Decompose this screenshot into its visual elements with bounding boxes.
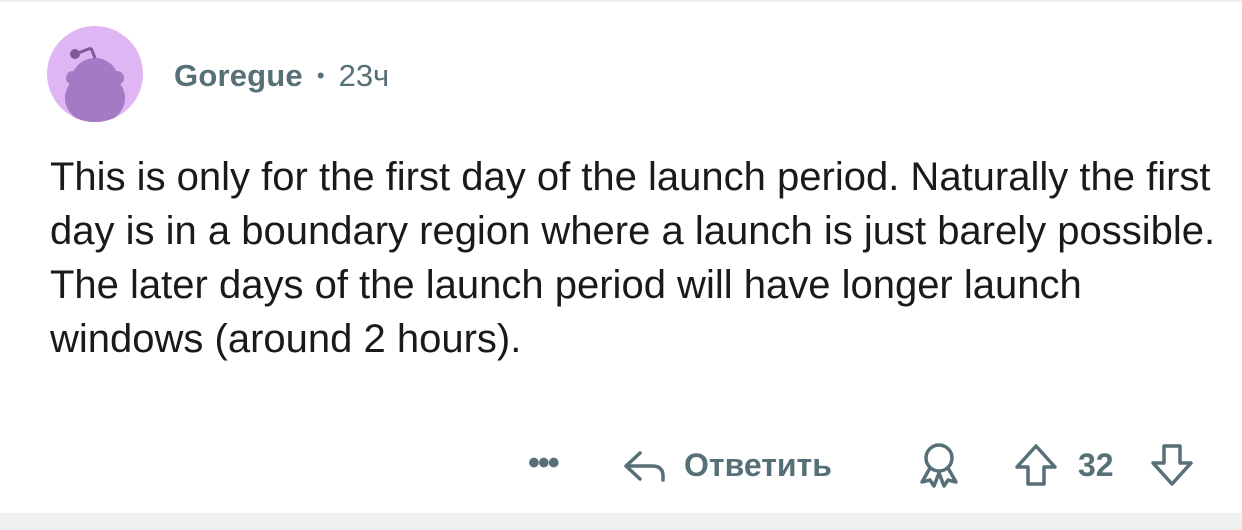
timestamp[interactable]: 23ч [339, 58, 390, 94]
downvote-arrow-icon [1151, 444, 1193, 486]
bottom-divider [0, 513, 1242, 530]
comment-body: This is only for the first day of the la… [50, 155, 1216, 361]
username[interactable]: Goregue [174, 58, 303, 94]
downvote-button[interactable] [1149, 440, 1195, 490]
award-icon [920, 443, 958, 488]
upvote-button[interactable] [1013, 440, 1059, 490]
more-options-button[interactable]: ••• [528, 440, 572, 490]
avatar[interactable] [47, 26, 143, 122]
reply-button[interactable]: Ответить [622, 440, 832, 490]
reply-label: Ответить [684, 447, 832, 483]
vote-score: 32 [1078, 447, 1114, 483]
snoo-avatar-icon [65, 46, 125, 122]
top-divider [0, 0, 1242, 2]
meta-separator: • [316, 63, 325, 88]
award-button[interactable] [916, 440, 962, 490]
upvote-arrow-icon [1015, 444, 1057, 486]
reply-arrow-icon [624, 451, 665, 482]
comment-meta: Goregue • 23ч [174, 56, 389, 96]
